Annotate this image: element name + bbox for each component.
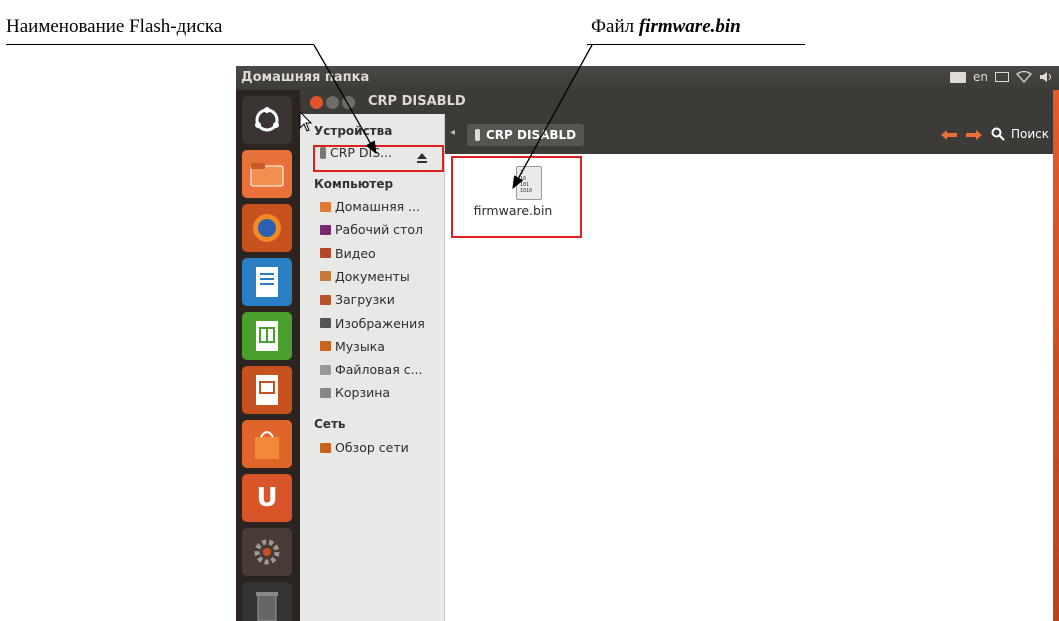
sidebar-item-label: Документы	[335, 268, 410, 284]
writer-launcher-button[interactable]	[242, 258, 292, 306]
sidebar-item-documents[interactable]: Документы	[320, 269, 410, 284]
sidebar-item-label: Рабочий стол	[335, 222, 423, 238]
folder-icon	[242, 150, 292, 198]
sidebar-item-network[interactable]: Обзор сети	[320, 440, 409, 455]
sidebar-item-trash[interactable]: Корзина	[320, 385, 390, 400]
ubuntu-one-launcher-button[interactable]: U	[242, 474, 292, 522]
maximize-button[interactable]	[342, 96, 355, 109]
ubuntu-logo-icon	[242, 96, 292, 144]
firmware-file-annotation-name: firmware.bin	[638, 16, 741, 37]
downloads-icon	[320, 294, 331, 305]
toolbar: ◂ CRP DISABLD Поиск	[445, 114, 1059, 154]
firefox-icon	[242, 204, 292, 252]
ubuntu-one-icon: U	[256, 483, 278, 513]
breadcrumb[interactable]: CRP DISABLD	[467, 124, 585, 146]
sidebar-item-music[interactable]: Музыка	[320, 339, 385, 354]
devices-header: Устройства	[314, 124, 393, 138]
mail-icon[interactable]	[995, 72, 1009, 82]
sidebar-item-label: Обзор сети	[335, 440, 409, 455]
window-titlebar: CRP DISABLD	[300, 90, 1059, 114]
sidebar-item-label: Файловая с...	[335, 362, 423, 378]
trash-icon	[320, 387, 331, 398]
flash-disk-annotation-text: Наименование Flash-диска	[6, 16, 223, 37]
breadcrumb-label: CRP DISABLD	[486, 128, 577, 142]
computer-header: Компьютер	[314, 177, 394, 191]
places-sidebar: Устройства CRP DIS... Компьютер Домашняя…	[300, 114, 445, 621]
sidebar-item-filesystem[interactable]: Файловая с...	[320, 362, 423, 377]
volume-icon[interactable]	[1039, 71, 1053, 83]
flash-disk-highlight	[313, 145, 444, 172]
sidebar-item-label: Корзина	[335, 385, 391, 401]
sidebar-item-home-folder[interactable]: Домашняя ...	[320, 199, 420, 214]
files-launcher-button[interactable]	[242, 150, 292, 198]
sidebar-item-pictures[interactable]: Изображения	[320, 316, 425, 331]
sidebar-item-label: Музыка	[335, 338, 385, 354]
firmware-file-annotation-prefix: Файл	[591, 16, 639, 37]
sidebar-item-label: Видео	[335, 245, 376, 261]
crumb-left-arrow-icon[interactable]: ◂	[450, 127, 455, 138]
settings-launcher-button[interactable]	[242, 528, 292, 576]
network-icon	[320, 442, 331, 453]
software-center-launcher-button[interactable]	[242, 420, 292, 468]
keyboard-icon[interactable]	[950, 71, 966, 83]
desktop-wallpaper-edge	[1053, 90, 1059, 621]
writer-icon	[242, 258, 292, 306]
impress-icon	[242, 366, 292, 414]
firefox-launcher-button[interactable]	[242, 204, 292, 252]
top-panel: Домашняя папка en	[236, 66, 1059, 90]
sidebar-item-label: Домашняя ...	[335, 199, 421, 214]
system-tray: en	[950, 70, 1053, 84]
search-label[interactable]: Поиск	[1011, 127, 1049, 141]
close-button[interactable]	[310, 96, 323, 109]
search-icon[interactable]	[991, 127, 1005, 141]
dash-button[interactable]	[242, 96, 292, 144]
impress-launcher-button[interactable]	[242, 366, 292, 414]
sidebar-item-label: Изображения	[335, 315, 425, 331]
flash-disk-annotation-underline	[6, 44, 314, 45]
window-title: CRP DISABLD	[368, 94, 466, 109]
firmware-file-annotation: Файл firmware.bin	[591, 16, 741, 38]
trash-launcher-button[interactable]	[242, 582, 292, 621]
sidebar-item-desktop[interactable]: Рабочий стол	[320, 222, 423, 237]
sidebar-item-label: Загрузки	[335, 292, 395, 308]
calc-launcher-button[interactable]	[242, 312, 292, 360]
pictures-icon	[320, 318, 331, 328]
wifi-icon[interactable]	[1016, 71, 1032, 83]
forward-arrow-icon[interactable]	[965, 129, 983, 141]
launcher: U	[236, 90, 300, 621]
back-arrow-icon[interactable]	[940, 129, 958, 141]
gear-icon	[242, 528, 292, 576]
minimize-button[interactable]	[326, 96, 339, 109]
usb-drive-icon	[475, 129, 480, 141]
sidebar-item-video[interactable]: Видео	[320, 246, 376, 261]
filesystem-icon	[320, 364, 331, 375]
firmware-file-annotation-underline	[587, 44, 805, 45]
firmware-file-highlight	[451, 156, 582, 238]
keyboard-layout[interactable]: en	[973, 70, 988, 84]
home-folder-icon	[320, 201, 331, 212]
music-icon	[320, 341, 331, 352]
trash-icon	[242, 582, 292, 621]
sidebar-item-downloads[interactable]: Загрузки	[320, 292, 395, 307]
network-header: Сеть	[314, 417, 346, 431]
flash-disk-annotation: Наименование Flash-диска	[6, 16, 222, 38]
video-icon	[320, 248, 331, 259]
desktop-icon	[320, 224, 331, 235]
documents-icon	[320, 271, 331, 282]
calc-icon	[242, 312, 292, 360]
shopping-bag-icon	[242, 420, 292, 468]
panel-title: Домашняя папка	[241, 70, 370, 85]
